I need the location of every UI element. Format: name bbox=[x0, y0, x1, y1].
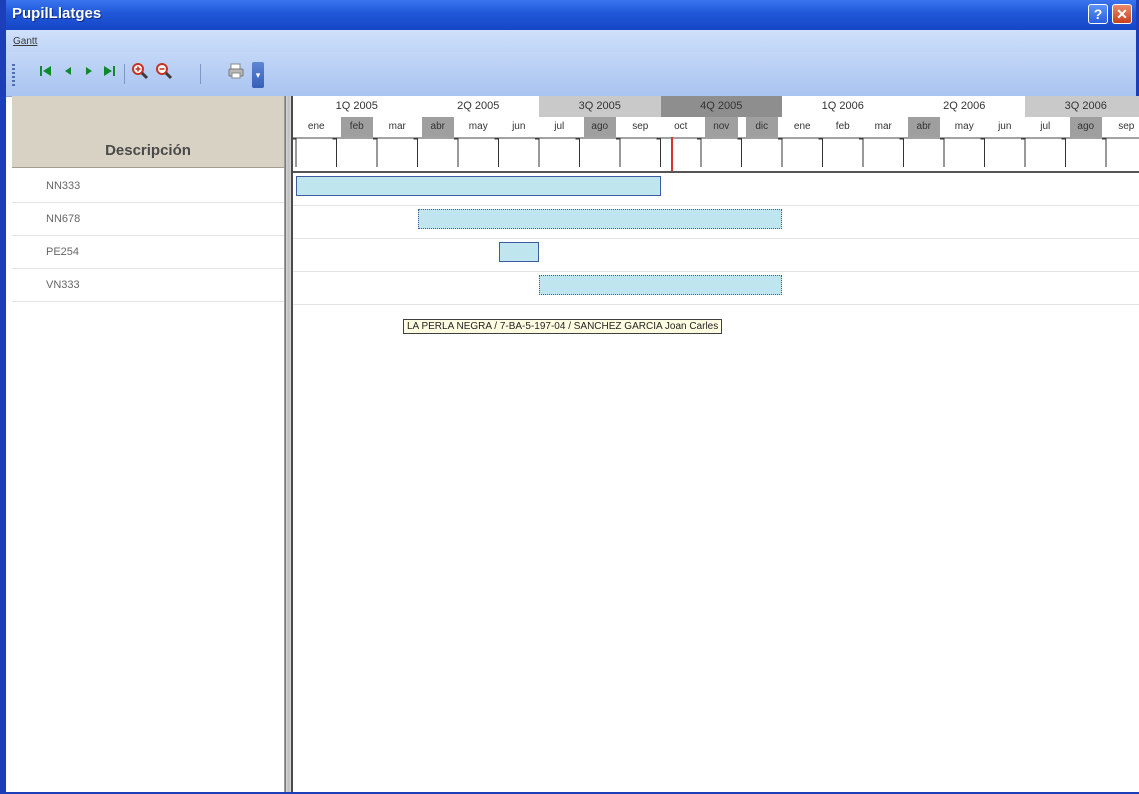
close-button[interactable]: ✕ bbox=[1112, 4, 1132, 24]
timeline-quarter: 2Q 2005 bbox=[457, 100, 500, 112]
timeline-month: abr bbox=[421, 117, 454, 137]
next-record-icon[interactable] bbox=[79, 62, 99, 84]
timeline-month: feb bbox=[835, 121, 850, 132]
list-item[interactable]: VN333 bbox=[12, 269, 284, 302]
timeline-ticks bbox=[293, 137, 1139, 167]
timeline-quarter: 2Q 2006 bbox=[943, 100, 986, 112]
timeline-month: jul bbox=[1040, 121, 1051, 132]
last-record-icon[interactable] bbox=[99, 62, 119, 84]
application-window: PupilLlatges ? ✕ Gantt ▾ Descripción NN3… bbox=[0, 0, 1139, 794]
timeline-month: feb bbox=[340, 117, 373, 137]
gantt-chart: 1Q 2005 2Q 2005 3Q 2005 4Q 2005 1Q 2006 2Q 20… bbox=[293, 96, 1139, 792]
description-column-header[interactable]: Descripción bbox=[12, 96, 284, 168]
timeline-quarter: 4Q 2005 bbox=[660, 96, 782, 117]
list-item[interactable]: NN678 bbox=[12, 203, 284, 236]
menu-bar: Gantt bbox=[6, 30, 1136, 52]
timeline-month: may bbox=[954, 121, 974, 132]
toolbar-separator bbox=[200, 64, 201, 84]
title-bar: PupilLlatges ? ✕ bbox=[6, 0, 1136, 30]
current-date-marker bbox=[670, 137, 673, 171]
first-record-icon[interactable] bbox=[36, 62, 56, 84]
timeline-month: ene bbox=[307, 121, 325, 132]
timeline-month: nov bbox=[705, 117, 738, 137]
timeline-month: ago bbox=[1069, 117, 1102, 137]
bar-tooltip: LA PERLA NEGRA / 7-BA-5-197-04 / SANCHEZ… bbox=[403, 319, 723, 334]
toolbar: ▾ bbox=[6, 52, 1136, 97]
timeline-header: 1Q 2005 2Q 2005 3Q 2005 4Q 2005 1Q 2006 2Q 20… bbox=[293, 96, 1139, 173]
timeline-month: mar bbox=[874, 121, 892, 132]
timeline-month: dic bbox=[745, 117, 778, 137]
timeline-quarter: 1Q 2006 bbox=[821, 100, 864, 112]
zoom-out-icon[interactable] bbox=[154, 62, 174, 84]
zoom-in-icon[interactable] bbox=[130, 62, 150, 84]
timeline-month: oct bbox=[674, 121, 688, 132]
menu-item-gantt[interactable]: Gantt bbox=[13, 36, 37, 47]
gantt-bar-pe254[interactable] bbox=[498, 242, 539, 262]
timeline-month: jun bbox=[998, 121, 1012, 132]
timeline-month: abr bbox=[907, 117, 940, 137]
timeline-month: ago bbox=[583, 117, 616, 137]
previous-record-icon[interactable] bbox=[58, 62, 78, 84]
gantt-bar-nn678[interactable] bbox=[417, 209, 782, 229]
help-button[interactable]: ? bbox=[1088, 4, 1108, 24]
gantt-row bbox=[293, 239, 1139, 272]
panel-splitter[interactable] bbox=[285, 96, 293, 792]
list-item[interactable]: NN333 bbox=[12, 170, 284, 203]
description-panel: Descripción NN333 NN678 PE254 VN333 bbox=[12, 96, 285, 792]
timeline-quarter: 1Q 2005 bbox=[335, 100, 378, 112]
timeline-month: sep bbox=[1118, 121, 1135, 132]
list-item[interactable]: PE254 bbox=[12, 236, 284, 269]
timeline-month: mar bbox=[388, 121, 406, 132]
print-icon[interactable] bbox=[226, 62, 246, 84]
toolbar-grip[interactable] bbox=[12, 64, 15, 86]
toolbar-overflow-button[interactable]: ▾ bbox=[252, 62, 264, 88]
gantt-bar-vn333[interactable] bbox=[539, 275, 782, 295]
gantt-bar-nn333[interactable] bbox=[296, 176, 661, 196]
timeline-quarter: 3Q 2006 bbox=[1025, 96, 1139, 117]
timeline-month: sep bbox=[632, 121, 649, 132]
timeline-quarter: 3Q 2005 bbox=[539, 96, 661, 117]
timeline-month: ene bbox=[793, 121, 811, 132]
timeline-month: jun bbox=[512, 121, 526, 132]
toolbar-separator bbox=[124, 64, 125, 84]
description-header-label: Descripción bbox=[105, 142, 191, 159]
window-title: PupilLlatges bbox=[12, 5, 102, 22]
timeline-month: jul bbox=[554, 121, 565, 132]
timeline-month: may bbox=[468, 121, 488, 132]
